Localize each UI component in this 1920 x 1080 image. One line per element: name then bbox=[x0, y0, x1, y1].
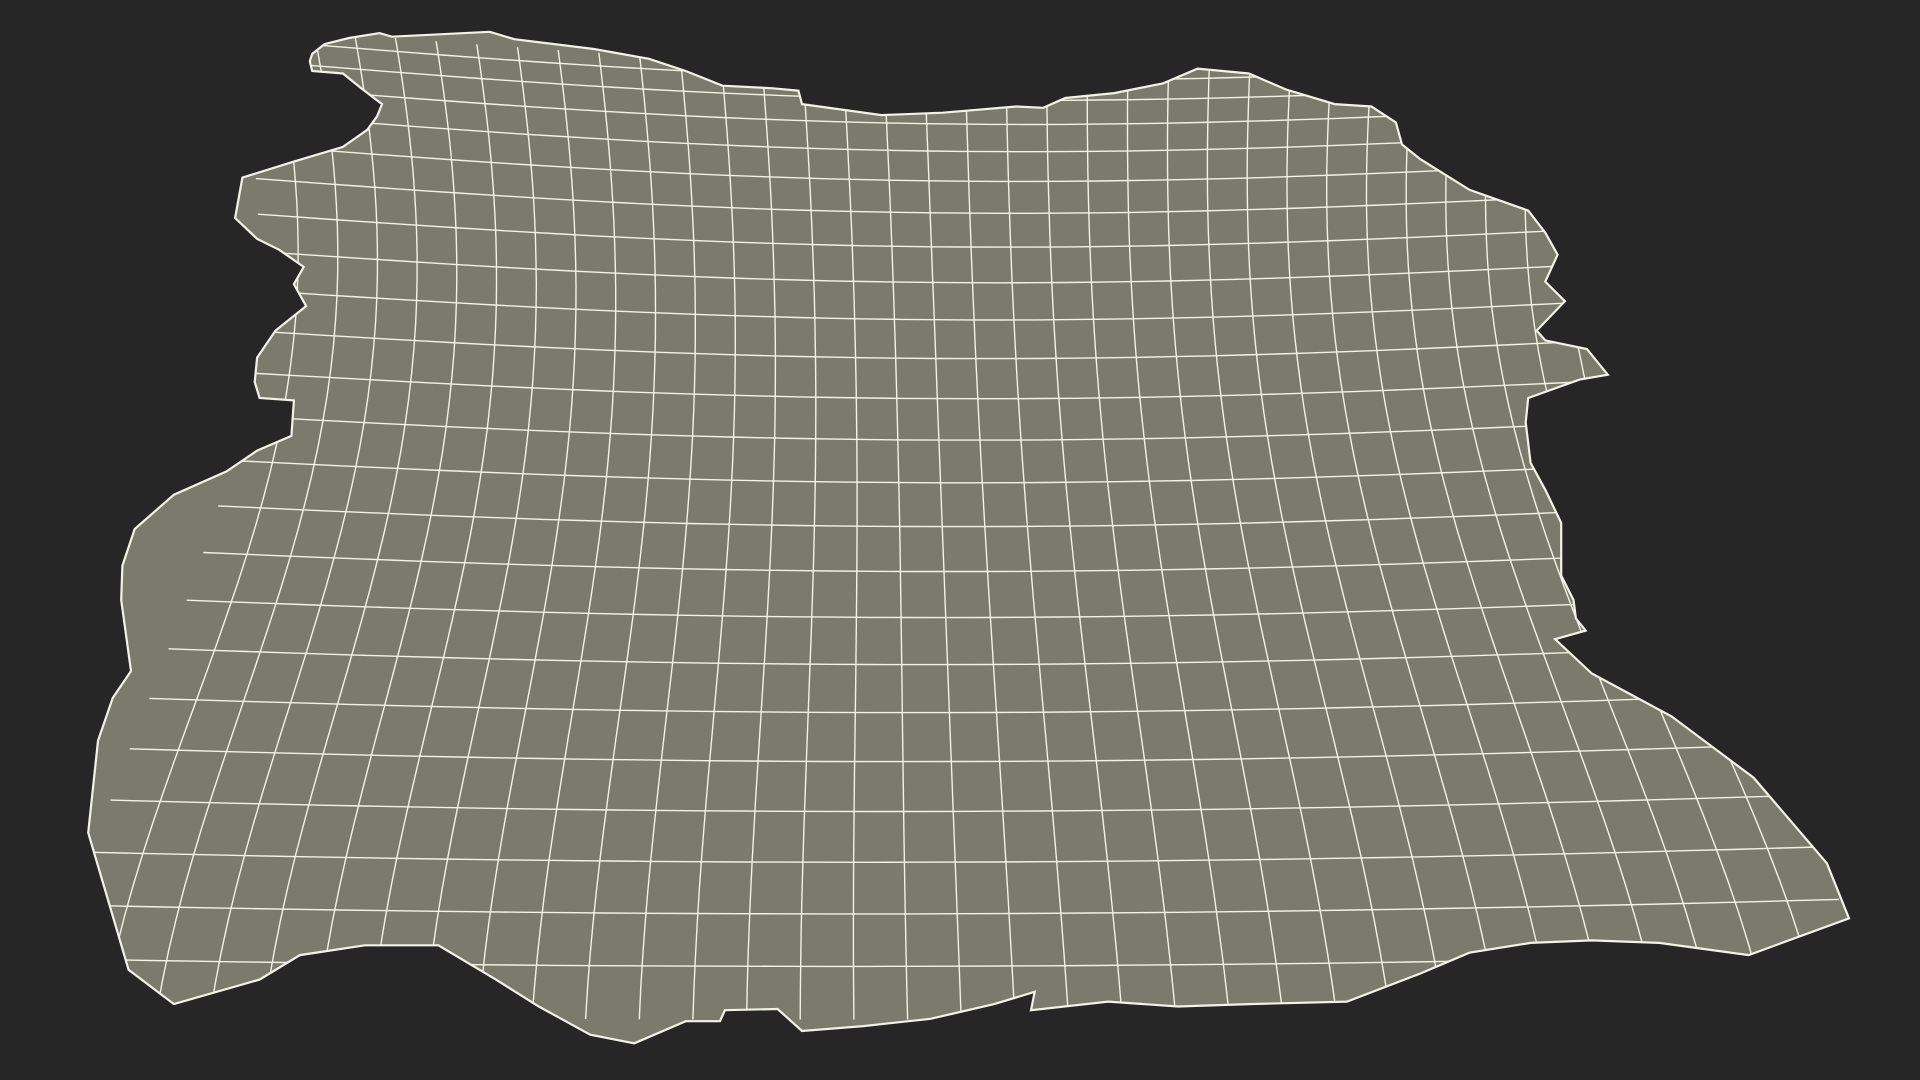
3d-viewport[interactable] bbox=[0, 0, 1920, 1080]
leather-hide-wireframe-mesh bbox=[87, 30, 1851, 1045]
